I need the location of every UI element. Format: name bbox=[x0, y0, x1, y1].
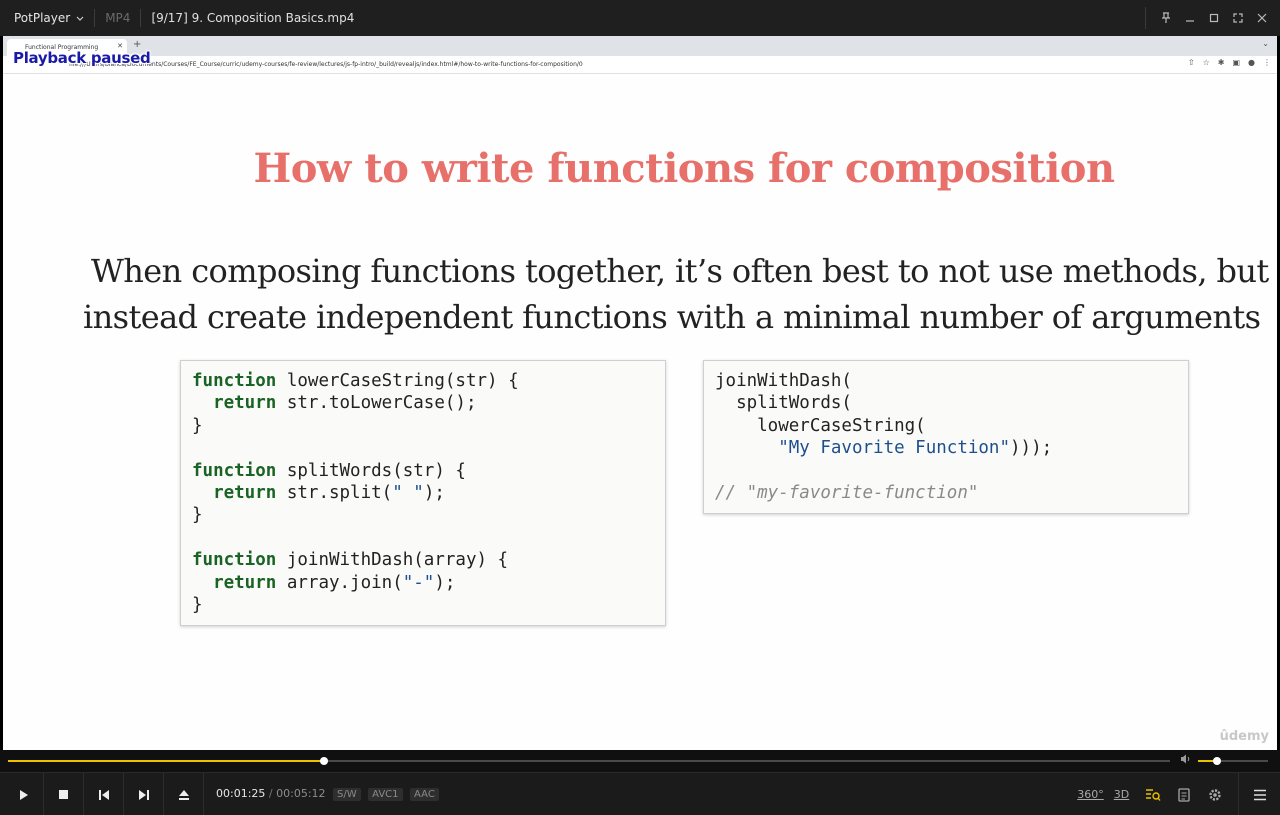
menu-button[interactable] bbox=[1238, 773, 1280, 815]
play-button[interactable] bbox=[4, 773, 44, 815]
code-text: str.toLowerCase(); bbox=[276, 393, 477, 414]
seek-bar[interactable] bbox=[8, 757, 1170, 765]
3d-icon[interactable]: 3D bbox=[1106, 773, 1137, 815]
code-text: lowerCaseString( bbox=[715, 415, 926, 436]
udemy-watermark: ûdemy bbox=[1219, 729, 1269, 744]
avatar: ● bbox=[1248, 58, 1255, 67]
progress-area bbox=[0, 750, 1280, 772]
app-menu-button[interactable]: PotPlayer bbox=[0, 0, 94, 36]
hamburger-icon bbox=[1253, 789, 1266, 800]
code-keyword: return bbox=[213, 572, 277, 593]
badge-video-codec[interactable]: AVC1 bbox=[368, 788, 403, 801]
more-icon: ⋮ bbox=[1263, 58, 1271, 67]
badge-sw[interactable]: S/W bbox=[333, 788, 361, 801]
slide-title: How to write functions for composition bbox=[253, 145, 1115, 192]
code-keyword: function bbox=[192, 460, 277, 481]
code-comment: // "my-favorite-function" bbox=[715, 483, 979, 504]
stop-button[interactable] bbox=[44, 773, 84, 815]
open-file-button[interactable] bbox=[164, 773, 204, 815]
extension-icon: ✱ bbox=[1217, 58, 1225, 67]
divider bbox=[1145, 7, 1146, 29]
slide-body: When composing functions together, it’s … bbox=[83, 248, 1277, 340]
code-text: ))); bbox=[1010, 438, 1053, 459]
code-keyword: function bbox=[192, 550, 277, 571]
pin-icon[interactable] bbox=[1154, 0, 1178, 36]
settings-icon[interactable] bbox=[1199, 773, 1230, 815]
volume-icon[interactable] bbox=[1180, 754, 1192, 767]
chevron-down-icon: ⌄ bbox=[1262, 39, 1269, 48]
osd-message: Playback paused bbox=[13, 49, 151, 67]
duration: 00:05:12 bbox=[276, 787, 326, 800]
title-bar: PotPlayer MP4 [9/17] 9. Composition Basi… bbox=[0, 0, 1280, 36]
code-text: } bbox=[192, 595, 203, 616]
code-text: str.split( bbox=[276, 483, 393, 504]
code-text: ); bbox=[434, 572, 456, 593]
close-icon[interactable] bbox=[1250, 0, 1274, 36]
code-text: } bbox=[192, 415, 203, 436]
badge-audio-codec[interactable]: AAC bbox=[410, 788, 439, 801]
play-icon bbox=[19, 789, 28, 800]
code-keyword: return bbox=[213, 393, 277, 414]
browser-toolbar-icons: ⇧ ☆ ✱ ▣ ● ⋮ bbox=[1188, 58, 1271, 67]
minimize-icon[interactable] bbox=[1178, 0, 1202, 36]
code-text: joinWithDash( bbox=[715, 371, 852, 391]
time-display: 00:01:25 / 00:05:12 S/W AVC1 AAC bbox=[216, 787, 439, 801]
code-text: ); bbox=[423, 483, 445, 504]
app-name: PotPlayer bbox=[14, 11, 71, 25]
playlist-search-icon[interactable] bbox=[1137, 773, 1168, 815]
control-bar: 00:01:25 / 00:05:12 S/W AVC1 AAC 360° 3D bbox=[0, 772, 1280, 815]
browser-tab-strip: Functional Programming ✕ + ⌄ bbox=[3, 36, 1277, 56]
skip-back-icon bbox=[98, 789, 109, 800]
volume-slider[interactable] bbox=[1198, 757, 1268, 765]
seek-handle[interactable] bbox=[320, 757, 329, 765]
video-frame[interactable]: Functional Programming ✕ + ⌄ file:///Use… bbox=[3, 36, 1277, 750]
format-label: MP4 bbox=[105, 11, 131, 25]
browser-address-bar: file:///Users/bianca/Documents/Courses/F… bbox=[3, 56, 1277, 74]
code-text: array.join( bbox=[276, 572, 403, 593]
seek-bar-fill bbox=[8, 760, 325, 762]
code-block-definitions: function lowerCaseString(str) { return s… bbox=[180, 360, 666, 626]
volume-handle[interactable] bbox=[1212, 757, 1221, 765]
fullscreen-icon[interactable] bbox=[1226, 0, 1250, 36]
code-keyword: return bbox=[213, 483, 277, 504]
code-string: "My Favorite Function" bbox=[778, 438, 1011, 459]
control-bar-right: 360° 3D bbox=[1075, 773, 1280, 815]
current-time: 00:01:25 bbox=[216, 787, 266, 800]
code-text: splitWords(str) { bbox=[276, 460, 466, 481]
code-text: } bbox=[192, 505, 203, 526]
code-block-usage: joinWithDash( splitWords( lowerCaseStrin… bbox=[703, 360, 1189, 514]
eject-icon bbox=[178, 789, 189, 800]
star-icon: ☆ bbox=[1202, 58, 1210, 67]
chapters-icon[interactable] bbox=[1168, 773, 1199, 815]
slide: How to write functions for composition W… bbox=[3, 75, 1277, 750]
skip-forward-icon bbox=[138, 789, 149, 800]
maximize-icon[interactable] bbox=[1202, 0, 1226, 36]
chevron-down-icon bbox=[76, 11, 84, 25]
code-string: "-" bbox=[402, 572, 435, 593]
stop-icon bbox=[59, 790, 68, 799]
share-icon: ⇧ bbox=[1187, 58, 1195, 67]
360-icon[interactable]: 360° bbox=[1075, 773, 1106, 815]
code-text: joinWithDash(array) { bbox=[276, 550, 509, 571]
next-button[interactable] bbox=[124, 773, 164, 815]
code-string: " " bbox=[392, 483, 424, 504]
code-keyword: function bbox=[192, 371, 277, 391]
slide-body-line: When composing functions together, it’s … bbox=[91, 252, 1269, 290]
previous-button[interactable] bbox=[84, 773, 124, 815]
window-controls bbox=[1145, 0, 1280, 36]
code-text: splitWords( bbox=[715, 393, 852, 414]
code-text: lowerCaseString(str) { bbox=[276, 371, 519, 391]
slide-body-line: instead create independent functions wit… bbox=[83, 298, 1261, 336]
file-title: [9/17] 9. Composition Basics.mp4 bbox=[151, 11, 355, 25]
sidebar-icon: ▣ bbox=[1232, 58, 1241, 67]
